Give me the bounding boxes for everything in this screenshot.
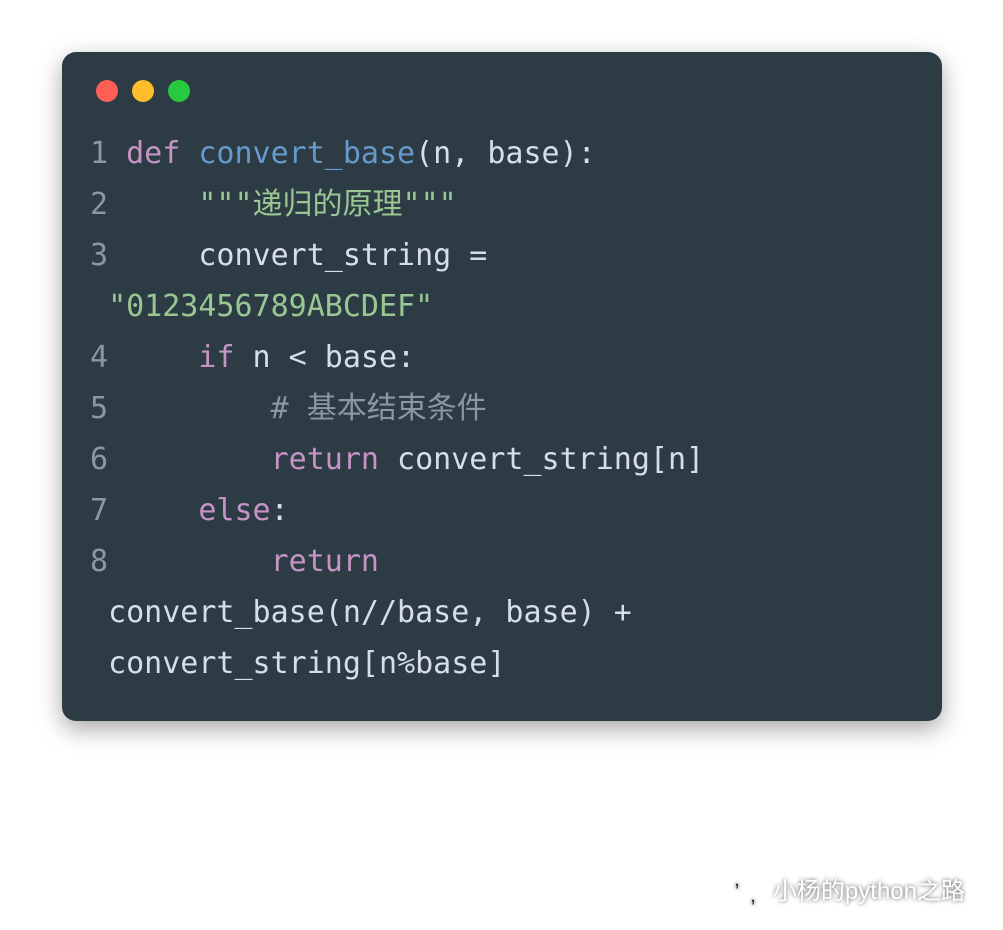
code-token: : [271,493,289,528]
code-line: 7 else: [90,485,914,536]
code-token: """递归的原理""" [198,187,456,222]
zoom-icon[interactable] [168,80,190,102]
line-number: 3 [90,238,126,273]
line-number: 5 [90,391,126,426]
watermark-text: 小杨的python之路 [773,871,965,906]
code-line: 1 def convert_base(n, base): [90,128,914,179]
code-token: return [271,544,379,579]
code-token: (n, base): [415,136,596,171]
code-token: convert_string = [198,238,505,273]
window-titlebar [90,80,914,102]
code-token: n < base: [235,340,416,375]
code-line-continuation: convert_base(n//base, base) + [90,587,914,638]
close-icon[interactable] [96,80,118,102]
line-number: 7 [90,493,126,528]
line-number: 4 [90,340,126,375]
minimize-icon[interactable] [132,80,154,102]
code-token [379,544,397,579]
code-line: 8 return [90,536,914,587]
line-number: 2 [90,187,126,222]
line-number: 6 [90,442,126,477]
code-line: 5 # 基本结束条件 [90,383,914,434]
code-token: # 基本结束条件 [271,391,487,426]
code-line: 6 return convert_string[n] [90,434,914,485]
code-token: convert_base [198,136,415,171]
code-line: 2 """递归的原理""" [90,179,914,230]
code-token: else [198,493,270,528]
code-token: "0123456789ABCDEF" [108,289,433,324]
code-token: if [198,340,234,375]
code-token: return [271,442,379,477]
code-token: def [126,136,198,171]
code-token: convert_string[n] [379,442,704,477]
code-line: 3 convert_string = [90,230,914,281]
code-token: convert_string[n%base] [108,646,505,681]
code-token: convert_base(n//base, base) + [108,595,650,630]
code-block: 1 def convert_base(n, base):2 """递归的原理""… [90,128,914,689]
code-window: 1 def convert_base(n, base):2 """递归的原理""… [62,52,942,721]
code-line: 4 if n < base: [90,332,914,383]
wechat-icon: , , [723,868,763,908]
line-number: 8 [90,544,126,579]
watermark: , , 小杨的python之路 [723,868,965,908]
code-line-continuation: "0123456789ABCDEF" [90,281,914,332]
code-line-continuation: convert_string[n%base] [90,638,914,689]
line-number: 1 [90,136,126,171]
